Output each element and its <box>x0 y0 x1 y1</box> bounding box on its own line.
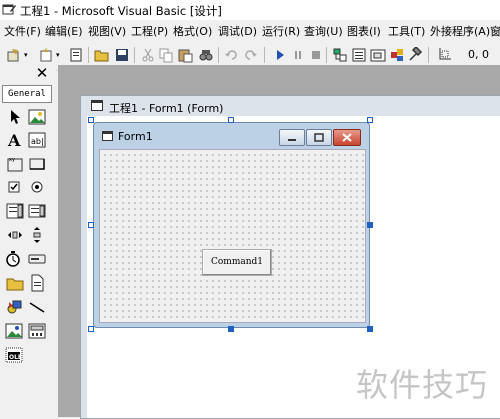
resize-handle[interactable] <box>367 222 373 228</box>
checkbox-icon[interactable] <box>6 178 24 196</box>
toolbar-separator <box>88 47 89 63</box>
maximize-button[interactable] <box>306 129 332 146</box>
menu-file[interactable]: 文件(F) <box>4 23 41 39</box>
form1-window[interactable]: Form1 Command1 <box>93 122 370 328</box>
object-browser-icon[interactable] <box>389 47 405 63</box>
label-icon[interactable]: A <box>6 131 24 149</box>
properties-icon[interactable] <box>351 47 367 63</box>
combobox-icon[interactable] <box>6 202 24 220</box>
resize-handle[interactable] <box>88 117 94 123</box>
title-bar: 工程1 - Microsoft Visual Basic [设计] <box>0 0 500 20</box>
textbox-icon[interactable]: ab| <box>28 131 46 149</box>
add-project-icon[interactable] <box>6 47 22 63</box>
menu-tools[interactable]: 工具(T) <box>388 23 425 39</box>
form-icon <box>91 100 103 111</box>
open-icon[interactable] <box>94 47 110 63</box>
resize-handle[interactable] <box>228 326 234 332</box>
frame-icon[interactable]: xy <box>6 155 24 173</box>
resize-handle[interactable] <box>367 117 373 123</box>
timer-icon[interactable] <box>4 250 22 268</box>
watermark-text: 软件技巧 <box>356 366 489 404</box>
toolbox-panel: ✕ General A ab| xy OLE <box>0 65 56 417</box>
form1-client-grid[interactable]: Command1 <box>99 149 366 323</box>
vb-app-icon <box>2 4 16 15</box>
commandbutton-icon[interactable] <box>28 155 46 173</box>
copy-icon[interactable] <box>158 47 174 63</box>
listbox-icon[interactable] <box>28 202 46 220</box>
menu-editor-icon[interactable] <box>68 47 84 63</box>
svg-text:xy: xy <box>9 157 15 163</box>
optionbutton-icon[interactable] <box>28 178 46 196</box>
cut-icon[interactable] <box>140 47 156 63</box>
svg-text:OLE: OLE <box>9 354 22 361</box>
add-form-icon[interactable] <box>38 47 54 63</box>
dropdown-arrow-icon[interactable]: ▾ <box>56 51 60 59</box>
project-explorer-icon[interactable] <box>332 47 348 63</box>
save-icon[interactable] <box>114 47 130 63</box>
drivelistbox-icon[interactable] <box>28 250 46 268</box>
resize-handle[interactable] <box>88 222 94 228</box>
toolbar-separator <box>218 47 219 63</box>
toolbar-separator <box>264 47 265 63</box>
close-button[interactable] <box>333 129 361 146</box>
resize-handle[interactable] <box>367 326 373 332</box>
minimize-button[interactable] <box>279 129 305 146</box>
menu-addins[interactable]: 外接程序(A) <box>430 23 490 39</box>
menu-project[interactable]: 工程(P) <box>131 23 168 39</box>
shape-icon[interactable] <box>6 298 24 316</box>
form-layout-icon[interactable] <box>370 47 386 63</box>
ole-icon[interactable]: OLE <box>5 346 23 364</box>
form1-caption: Form1 <box>118 130 153 143</box>
image-icon[interactable] <box>5 322 23 340</box>
menu-view[interactable]: 视图(V) <box>88 23 126 39</box>
resize-handle[interactable] <box>88 326 94 332</box>
find-icon[interactable] <box>198 47 214 63</box>
break-icon[interactable] <box>290 47 306 63</box>
command1-button[interactable]: Command1 <box>202 249 272 276</box>
close-icon[interactable]: ✕ <box>34 65 50 81</box>
hscrollbar-icon[interactable] <box>6 226 24 244</box>
menu-diagram[interactable]: 图表(I) <box>347 23 381 39</box>
maximize-icon <box>314 133 324 142</box>
line-icon[interactable] <box>28 298 46 316</box>
window-title: 工程1 - Microsoft Visual Basic [设计] <box>20 4 222 18</box>
toolbar-separator <box>428 47 429 63</box>
svg-text:A: A <box>7 131 21 149</box>
data-icon[interactable] <box>28 322 46 340</box>
position-icon <box>439 48 451 60</box>
menu-query[interactable]: 查询(U) <box>304 23 343 39</box>
undo-icon[interactable] <box>224 47 240 63</box>
menu-format[interactable]: 格式(O) <box>173 23 212 39</box>
designer-title-bar[interactable]: 工程1 - Form1 (Form) <box>81 96 500 116</box>
menu-edit[interactable]: 编辑(E) <box>45 23 83 39</box>
toolbox-icon[interactable] <box>408 47 424 63</box>
pointer-icon[interactable] <box>6 108 24 126</box>
toolbar-separator <box>326 47 327 63</box>
svg-text:ab|: ab| <box>31 137 44 146</box>
menu-debug[interactable]: 调试(D) <box>218 23 257 39</box>
resize-handle[interactable] <box>228 117 234 123</box>
vscrollbar-icon[interactable] <box>28 226 46 244</box>
picturebox-icon[interactable] <box>28 108 46 126</box>
filelistbox-icon[interactable] <box>28 274 46 292</box>
paste-icon[interactable] <box>177 47 193 63</box>
minimize-icon <box>288 139 296 141</box>
start-icon[interactable] <box>272 47 288 63</box>
tab-general[interactable]: General <box>2 85 52 103</box>
position-readout: 0, 0 <box>468 48 489 61</box>
redo-icon[interactable] <box>242 47 258 63</box>
close-icon <box>342 133 352 142</box>
menu-window[interactable]: 窗 <box>490 23 500 39</box>
end-icon[interactable] <box>308 47 324 63</box>
designer-title: 工程1 - Form1 (Form) <box>109 102 224 115</box>
toolbar-separator <box>134 47 135 63</box>
dropdown-arrow-icon[interactable]: ▾ <box>24 51 28 59</box>
form-icon <box>102 131 113 141</box>
dirlistbox-icon[interactable] <box>6 274 24 292</box>
menu-run[interactable]: 运行(R) <box>262 23 300 39</box>
menu-bar: 文件(F) 编辑(E) 视图(V) 工程(P) 格式(O) 调试(D) 运行(R… <box>0 20 500 40</box>
